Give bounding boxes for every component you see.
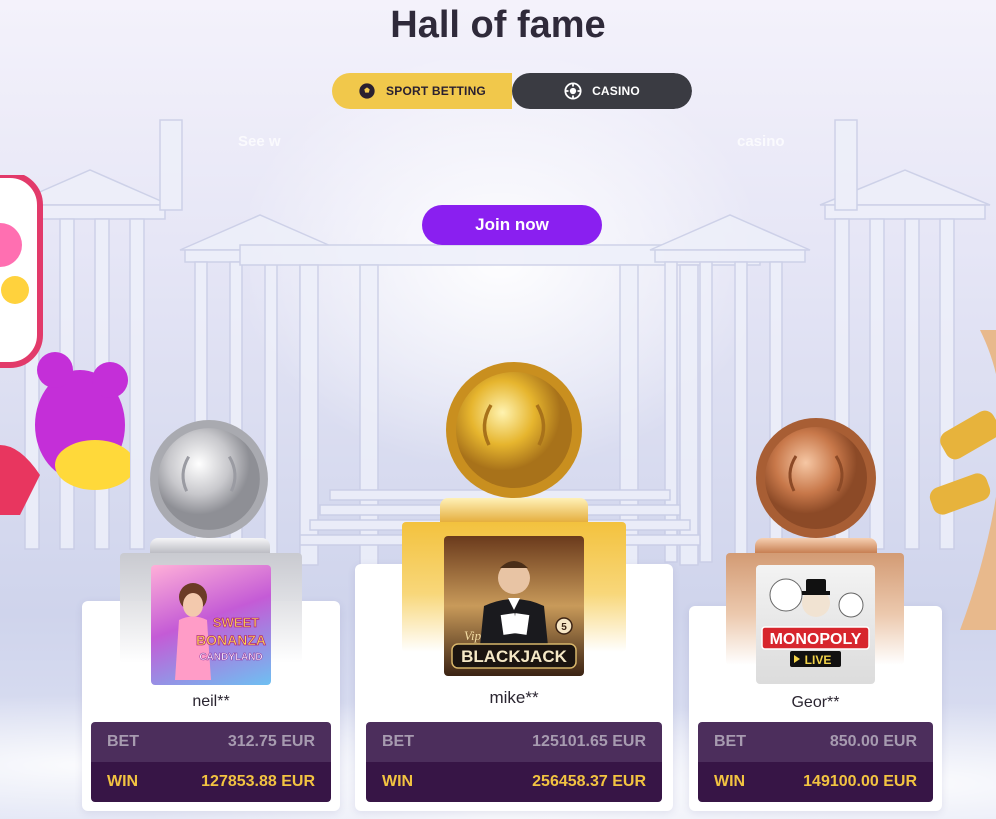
silver-pedestal <box>150 538 270 554</box>
game-title-line-1: SWEET <box>213 615 259 630</box>
bet-label: BET <box>714 733 746 750</box>
bet-value: 850.00 EUR <box>829 733 917 750</box>
join-now-button[interactable]: Join now <box>422 205 602 245</box>
sport-betting-tab[interactable]: SPORT BETTING <box>332 73 512 109</box>
game-thumbnail[interactable]: MONOPOLY LIVE <box>756 565 875 684</box>
gold-pedestal <box>440 498 588 524</box>
silver-medal-icon <box>148 418 270 540</box>
monopoly-live-art: MONOPOLY LIVE <box>761 578 870 667</box>
sport-betting-label: SPORT BETTING <box>386 84 486 98</box>
game-title-line-3: CANDYLAND <box>199 652 262 663</box>
game-thumbnail[interactable]: SWEET BONANZA CANDYLAND <box>151 565 271 685</box>
soccer-ball-icon <box>359 83 375 99</box>
win-label: WIN <box>714 773 746 790</box>
win-row: WIN 127853.88 EUR <box>91 762 331 802</box>
bet-label: BET <box>382 733 414 750</box>
bet-row: BET 850.00 EUR <box>698 722 933 762</box>
bet-row: BET 312.75 EUR <box>91 722 331 762</box>
subtitle-right: casino <box>737 133 785 150</box>
bet-label: BET <box>107 733 139 750</box>
product-toggle: SPORT BETTING CASINO <box>332 73 692 109</box>
win-value: 256458.37 EUR <box>532 773 646 790</box>
subtitle-left: See w <box>238 133 281 150</box>
vip-blackjack-art: 5 Vip BLACKJACK <box>451 561 577 669</box>
winner-card-gold[interactable]: 5 Vip BLACKJACK mike** BET 125101.65 EUR… <box>355 522 673 811</box>
game-title-line-3: 5 <box>561 622 567 633</box>
stats-table: BET 312.75 EUR WIN 127853.88 EUR <box>91 722 331 802</box>
gold-medal-icon <box>444 360 584 500</box>
player-name: mike** <box>489 688 539 707</box>
game-title-line-2: LIVE <box>805 653 832 667</box>
bet-value: 125101.65 EUR <box>532 733 646 750</box>
sweet-bonanza-art: SWEET BONANZA CANDYLAND <box>175 583 266 680</box>
bronze-pedestal <box>755 538 877 554</box>
stats-table: BET 850.00 EUR WIN 149100.00 EUR <box>698 722 933 802</box>
page-title: Hall of fame <box>390 4 606 46</box>
stats-table: BET 125101.65 EUR WIN 256458.37 EUR <box>366 722 662 802</box>
game-title-line-1: MONOPOLY <box>770 631 862 648</box>
winner-card-silver[interactable]: SWEET BONANZA CANDYLAND neil** BET 312.7… <box>82 553 340 811</box>
win-row: WIN 256458.37 EUR <box>366 762 662 802</box>
casino-tab[interactable]: CASINO <box>512 73 692 109</box>
candy-decoration <box>0 175 130 515</box>
win-value: 127853.88 EUR <box>201 773 315 790</box>
player-name: neil** <box>192 693 230 710</box>
win-label: WIN <box>382 773 414 790</box>
game-title-line-1: Vip <box>464 628 482 643</box>
player-name: Geor** <box>791 694 840 711</box>
statue-arm-decoration <box>929 330 996 630</box>
bet-value: 312.75 EUR <box>227 733 315 750</box>
win-label: WIN <box>107 773 139 790</box>
win-row: WIN 149100.00 EUR <box>698 762 933 802</box>
roulette-chip-icon <box>564 82 582 100</box>
casino-label: CASINO <box>592 84 640 98</box>
bronze-medal-icon <box>754 416 878 540</box>
win-value: 149100.00 EUR <box>803 773 917 790</box>
bet-row: BET 125101.65 EUR <box>366 722 662 762</box>
winner-card-bronze[interactable]: MONOPOLY LIVE Geor** BET 850.00 EUR WIN … <box>689 553 942 811</box>
game-thumbnail[interactable]: 5 Vip BLACKJACK <box>444 536 584 676</box>
game-title-line-2: BONANZA <box>196 632 266 648</box>
game-title-line-2: BLACKJACK <box>461 647 568 666</box>
